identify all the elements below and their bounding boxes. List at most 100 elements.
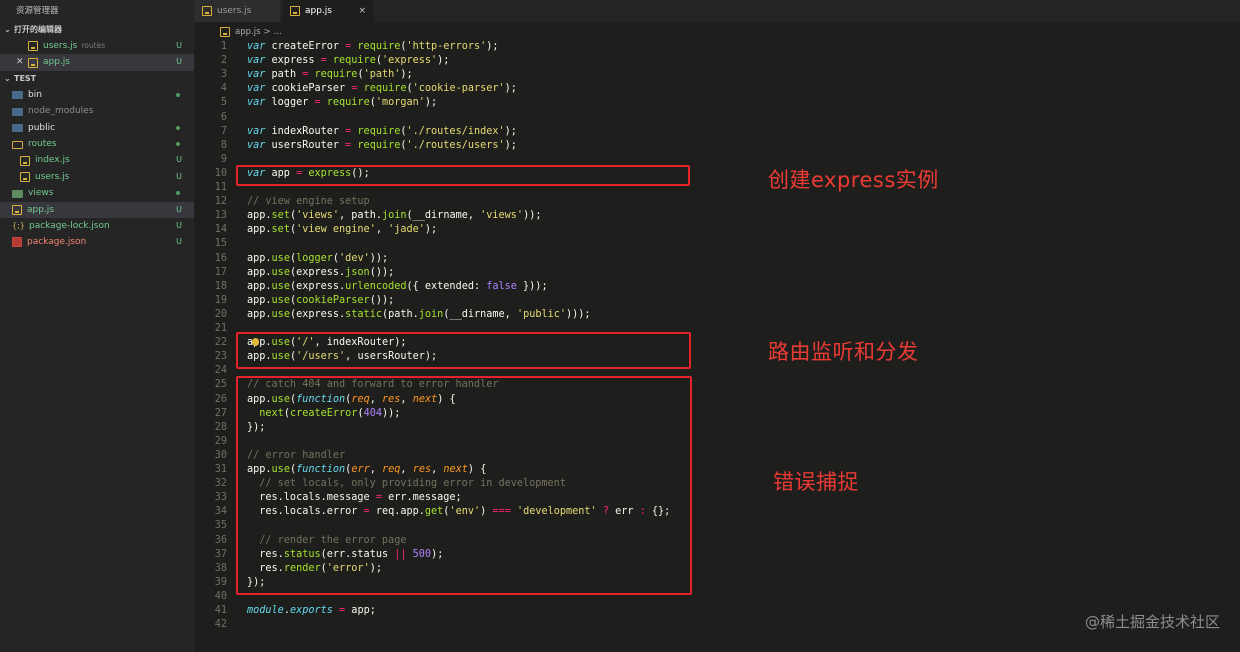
git-status-badge: U [176, 237, 182, 247]
code-token: ); [504, 83, 517, 95]
code-line[interactable]: 13 app.set('views', path.join(__dirname, … [194, 209, 714, 223]
line-number: 13 [214, 210, 227, 222]
code-token: path [265, 69, 303, 81]
tree-item-app-js[interactable]: app.js U [0, 201, 194, 218]
line-number: 38 [214, 562, 227, 574]
line-number: 18 [214, 280, 227, 292]
code-token: app. [247, 252, 272, 264]
code-text: var usersRouter = require('./routes/user… [247, 139, 517, 153]
code-token: 'express' [381, 55, 438, 67]
code-token: logger [265, 97, 315, 109]
code-line[interactable]: 5 var logger = require('morgan'); [194, 96, 714, 110]
code-token: ); [486, 41, 499, 52]
line-number: 24 [214, 365, 227, 377]
code-token: 'jade' [388, 224, 425, 236]
code-line[interactable]: 8 var usersRouter = require('./routes/use… [194, 139, 714, 153]
breadcrumb-more[interactable]: ... [274, 27, 282, 37]
close-icon[interactable]: ✕ [16, 54, 24, 70]
js-file-icon [20, 155, 30, 166]
code-token: 'view engine' [296, 224, 376, 236]
tree-item-bin[interactable]: bin [0, 87, 194, 103]
code-line[interactable]: 17 app.use(express.json()); [194, 266, 714, 280]
code-text: app.use(express.json()); [247, 266, 394, 280]
tree-item-routes[interactable]: routes [0, 136, 194, 152]
code-token: require [357, 139, 401, 151]
code-token: )); [369, 252, 389, 264]
js-file-icon [202, 6, 212, 16]
js-file-icon [12, 204, 22, 215]
code-line[interactable]: 7 var indexRouter = require('./routes/ind… [194, 125, 714, 139]
code-token: 'views' [480, 210, 524, 222]
code-token: 'dev' [339, 252, 370, 264]
breadcrumb-file[interactable]: app.js [235, 27, 261, 37]
tree-item-views[interactable]: views [0, 185, 194, 201]
code-line[interactable]: 6 [194, 111, 714, 125]
code-line[interactable]: 18 app.use(express.urlencoded({ extended:… [194, 280, 714, 294]
code-line[interactable]: 4 var cookieParser = require('cookie-pars… [194, 82, 714, 96]
code-line[interactable]: 41 module.exports = app; [194, 604, 714, 618]
open-editor-app-js[interactable]: ✕ app.js U [0, 54, 194, 71]
code-text: app.use(cookieParser()); [247, 294, 394, 308]
code-token: use [271, 266, 290, 278]
close-icon[interactable]: × [358, 0, 366, 22]
code-token: , [375, 224, 389, 236]
line-number: 2 [220, 55, 227, 67]
tree-item-users-js[interactable]: users.js U [0, 169, 194, 185]
tree-item-package-lock-json[interactable]: {;} package-lock.json U [0, 218, 194, 234]
line-number: 11 [214, 182, 227, 193]
code-token: createError [265, 41, 346, 52]
code-token: (path. [381, 308, 419, 320]
tree-item-label: app.js [27, 204, 54, 215]
code-token: use [271, 252, 290, 264]
code-token: (express. [289, 280, 346, 292]
code-line[interactable]: 12 // view engine setup [194, 195, 714, 209]
code-line[interactable]: 14 app.set('view engine', 'jade'); [194, 223, 714, 237]
project-section[interactable]: ⌄ TEST [0, 71, 194, 87]
tree-item-index-js[interactable]: index.js U [0, 152, 194, 168]
open-editors-label: 打开的编辑器 [14, 25, 62, 34]
git-status-badge: U [176, 155, 182, 165]
code-token: (express. [289, 266, 346, 278]
code-token: ()); [369, 294, 395, 306]
code-token: json [345, 266, 370, 278]
tab-users-js[interactable]: users.js [194, 0, 280, 22]
line-number: 1 [220, 41, 227, 52]
tree-item-label: public [28, 122, 56, 133]
code-line[interactable]: 1 var createError = require('http-errors'… [194, 40, 714, 54]
folder-icon [12, 124, 23, 133]
line-number: 32 [214, 478, 227, 490]
tree-item-label: node_modules [28, 106, 94, 117]
lightbulb-icon[interactable] [252, 338, 259, 346]
code-token: var [247, 69, 266, 81]
code-text: var path = require('path'); [247, 68, 413, 82]
tree-item-package-json[interactable]: package.json U [0, 234, 194, 250]
git-status-badge: U [176, 204, 182, 214]
tree-item-public[interactable]: public [0, 120, 194, 136]
open-editor-users-js[interactable]: users.js routes U [0, 38, 194, 54]
code-line[interactable]: 2 var express = require('express'); [194, 54, 714, 68]
tab-app-js[interactable]: app.js × [282, 0, 374, 22]
code-token: cookieParser [265, 83, 352, 95]
line-number: 10 [214, 167, 227, 179]
code-line[interactable]: 19 app.use(cookieParser()); [194, 294, 714, 308]
code-text: var cookieParser = require('cookie-parse… [247, 82, 517, 96]
annotation-create-app: 创建express实例 [768, 168, 939, 192]
highlight-box-errors [236, 376, 692, 595]
line-number: 28 [214, 421, 227, 433]
code-line[interactable]: 15 [194, 237, 714, 251]
line-number: 25 [214, 379, 227, 391]
code-line[interactable]: 20 app.use(express.static(path.join(__dir… [194, 308, 714, 322]
code-token: require [314, 69, 358, 81]
code-token: ); [504, 125, 517, 137]
code-token: ); [437, 55, 450, 67]
tree-item-label: package-lock.json [29, 220, 110, 231]
open-editors-section[interactable]: ⌄ 打开的编辑器 [0, 22, 194, 38]
line-number: 41 [214, 605, 227, 616]
tree-item-node-modules[interactable]: node_modules [0, 103, 194, 119]
code-line[interactable]: 42 [194, 618, 714, 632]
line-number: 17 [214, 266, 227, 278]
line-number: 15 [214, 238, 227, 250]
code-line[interactable]: 16 app.use(logger('dev')); [194, 252, 714, 266]
code-line[interactable]: 3 var path = require('path'); [194, 68, 714, 82]
code-text: app.set('view engine', 'jade'); [247, 223, 437, 237]
